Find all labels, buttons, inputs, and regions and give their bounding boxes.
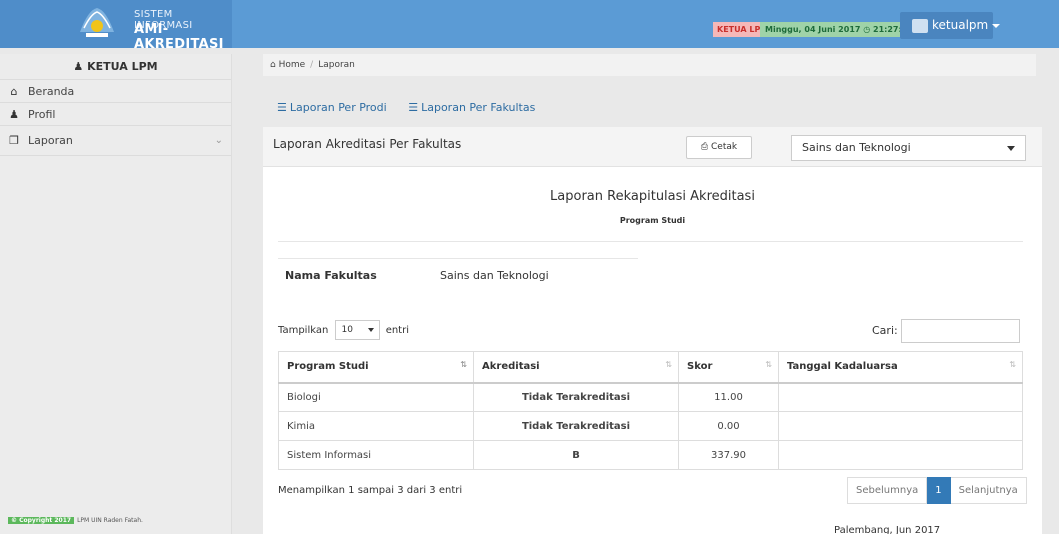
- report-tabs: ☰ Laporan Per Prodi ☰ Laporan Per Fakultas: [277, 101, 553, 114]
- tab-label: Laporan Per Fakultas: [421, 101, 536, 114]
- table-header-row: Program Studi ⇅ Akreditasi ⇅ Skor ⇅ Tanggal…: [278, 351, 1023, 384]
- home-icon: ⌂: [10, 85, 18, 98]
- sidebar-header: ♟ KETUA LPM: [0, 54, 231, 80]
- pagination-next-button[interactable]: Selanjutnya: [950, 477, 1027, 504]
- pagination-page-button[interactable]: 1: [927, 477, 951, 504]
- divider: [278, 258, 638, 259]
- cell-skor: 11.00: [678, 382, 779, 412]
- accreditation-table: Program Studi ⇅ Akreditasi ⇅ Skor ⇅ Tanggal…: [278, 351, 1023, 470]
- breadcrumb-separator: /: [310, 60, 314, 70]
- username: ketualpm: [932, 18, 989, 32]
- page-length-control: Tampilkan 10 entri: [278, 320, 409, 340]
- sidebar-item-beranda[interactable]: ⌂ Beranda: [0, 80, 231, 103]
- column-header-tanggal-kadaluarsa[interactable]: Tanggal Kadaluarsa ⇅: [778, 351, 1023, 384]
- pagination: Sebelumnya 1 Selanjutnya: [847, 477, 1027, 504]
- faculty-select[interactable]: Sains dan Teknologi: [791, 135, 1026, 161]
- search-label: Cari:: [872, 324, 898, 337]
- user-avatar-icon: [912, 18, 928, 33]
- page-length-value: 10: [341, 325, 353, 335]
- divider: [278, 241, 1023, 242]
- sort-icon: ⇅: [665, 360, 672, 369]
- print-icon: ⎙: [700, 142, 709, 152]
- logo-icon: [80, 8, 114, 37]
- tab-label: Laporan Per Prodi: [289, 101, 387, 114]
- user-menu-button[interactable]: ketualpm: [900, 12, 1001, 39]
- column-header-skor[interactable]: Skor ⇅: [678, 351, 779, 384]
- user-icon: ♟: [9, 108, 19, 121]
- cell-akreditasi: Tidak Terakreditasi: [473, 411, 679, 441]
- breadcrumb-home-link[interactable]: Home: [279, 60, 306, 70]
- sidebar-item-laporan[interactable]: ❐ Laporan ⌄: [0, 126, 231, 156]
- cell-akreditasi: B: [473, 440, 679, 470]
- report-subtitle: Program Studi: [619, 216, 686, 225]
- list-icon: ☰: [408, 101, 419, 114]
- panel-title: Laporan Akreditasi Per Fakultas: [273, 137, 462, 151]
- breadcrumb-current: Laporan: [318, 60, 355, 70]
- chevron-down-icon: [992, 23, 1001, 28]
- sidebar-footer: © Copyright 2017 LPM UIN Raden Fatah.: [8, 517, 143, 524]
- print-label: Cetak: [711, 142, 738, 152]
- print-button[interactable]: ⎙ Cetak: [686, 136, 752, 159]
- panel-header: Laporan Akreditasi Per Fakultas ⎙ Cetak …: [263, 127, 1042, 167]
- sidebar-item-label: Profil: [28, 108, 56, 121]
- search-control: Cari:: [872, 319, 1020, 343]
- sidebar-item-label: Beranda: [28, 85, 75, 98]
- faculty-value: Sains dan Teknologi: [440, 269, 549, 282]
- top-navbar: SISTEM INFORMASI AMI-AKREDITASI KETUA LP…: [0, 0, 1059, 52]
- copy-icon: ❐: [9, 134, 19, 147]
- faculty-label: Nama Fakultas: [285, 269, 377, 282]
- home-icon: ⌂: [270, 60, 276, 70]
- sidebar: ♟ KETUA LPM ⌂ Beranda ♟ Profil ❐ Laporan ⌄ …: [0, 54, 232, 534]
- cell-akreditasi: Tidak Terakreditasi: [473, 382, 679, 412]
- list-icon: ☰: [277, 101, 287, 114]
- table-row: Kimia Tidak Terakreditasi 0.00: [278, 411, 1023, 441]
- report-title: Laporan Rekapitulasi Akreditasi: [550, 189, 755, 204]
- caret-down-icon: [367, 328, 374, 332]
- brand[interactable]: SISTEM INFORMASI AMI-AKREDITASI: [0, 0, 232, 52]
- report-panel: Laporan Akreditasi Per Fakultas ⎙ Cetak …: [263, 127, 1042, 534]
- column-header-program-studi[interactable]: Program Studi ⇅: [278, 351, 474, 384]
- place-date: Palembang, Jun 2017: [834, 525, 941, 534]
- sort-icon: ⇅: [460, 360, 467, 369]
- cell-tanggal-kadaluarsa: [778, 411, 1023, 441]
- chevron-down-icon: ⌄: [214, 135, 223, 146]
- cell-tanggal-kadaluarsa: [778, 382, 1023, 412]
- page-length-select[interactable]: 10: [334, 320, 380, 340]
- column-header-akreditasi[interactable]: Akreditasi ⇅: [473, 351, 679, 384]
- faculty-select-value: Sains dan Teknologi: [802, 141, 911, 154]
- datetime-badge: Minggu, 04 Juni 2017 ◷ 21:27:18: [760, 22, 918, 37]
- cell-program-studi: Sistem Informasi: [278, 440, 474, 470]
- table-row: Sistem Informasi B 337.90: [278, 440, 1023, 470]
- cell-skor: 0.00: [678, 411, 779, 441]
- cell-tanggal-kadaluarsa: [778, 440, 1023, 470]
- cell-program-studi: Kimia: [278, 411, 474, 441]
- sidebar-item-label: Laporan: [28, 134, 73, 147]
- table-info: Menampilkan 1 sampai 3 dari 3 entri: [278, 485, 463, 496]
- search-input[interactable]: [900, 319, 1020, 343]
- cell-program-studi: Biologi: [278, 382, 474, 412]
- cell-skor: 337.90: [678, 440, 779, 470]
- entries-label: entri: [385, 325, 409, 336]
- copyright-badge: © Copyright 2017: [8, 517, 75, 524]
- caret-down-icon: [1007, 146, 1015, 151]
- tab-laporan-per-fakultas[interactable]: ☰ Laporan Per Fakultas: [408, 101, 535, 114]
- pagination-prev-button[interactable]: Sebelumnya: [847, 477, 928, 504]
- sidebar-item-profil[interactable]: ♟ Profil: [0, 103, 231, 126]
- table-row: Biologi Tidak Terakreditasi 11.00: [278, 382, 1023, 412]
- tab-laporan-per-prodi[interactable]: ☰ Laporan Per Prodi: [277, 101, 387, 114]
- sort-icon: ⇅: [1009, 360, 1016, 369]
- brand-title: AMI-AKREDITASI: [134, 22, 224, 52]
- sort-icon: ⇅: [765, 360, 772, 369]
- show-label: Tampilkan: [278, 325, 329, 336]
- footer-text: LPM UIN Raden Fatah.: [77, 517, 143, 524]
- breadcrumb: ⌂ Home / Laporan: [263, 54, 1036, 76]
